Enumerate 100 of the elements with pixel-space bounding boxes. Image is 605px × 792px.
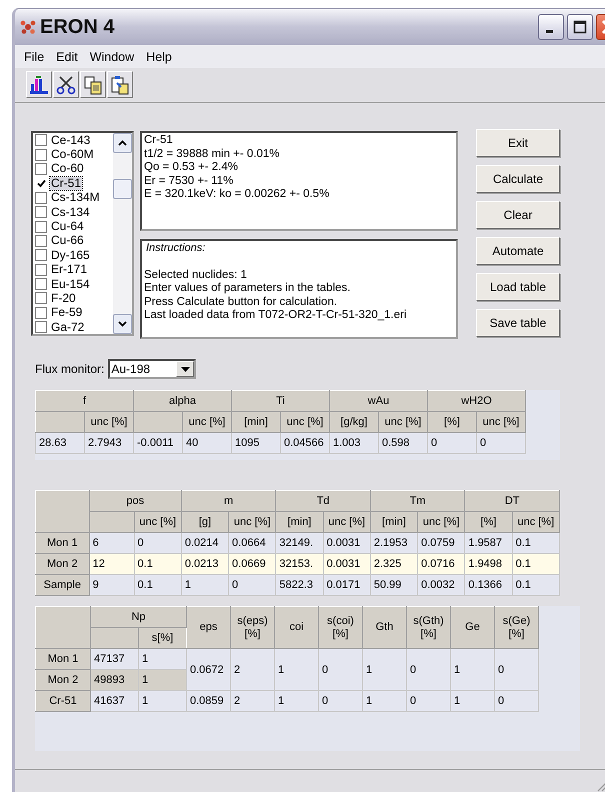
checkbox[interactable] [35,162,47,175]
table-cell[interactable]: 0 [428,432,476,454]
table-cell[interactable]: 0 [476,432,526,454]
menu-item[interactable]: Help [146,50,172,64]
table-cell[interactable]: 0 [228,574,276,596]
list-item[interactable]: Eu-154 [50,278,91,291]
checkbox[interactable] [35,192,47,204]
scrollbar[interactable] [113,133,132,334]
list-item[interactable]: Co-60M [50,148,95,162]
table-cell[interactable]: 41637 [90,690,138,712]
table-cell[interactable]: 0.0031 [323,554,370,574]
list-item[interactable]: Ga-72 [50,320,86,334]
list-item[interactable]: Fe-59 [50,306,84,320]
table-cell[interactable]: 9 [89,574,134,596]
checkbox[interactable] [35,148,47,161]
table-cell[interactable]: 0.0716 [418,554,465,574]
list-item[interactable]: Er-171 [50,263,88,276]
action-button[interactable]: Automate [476,237,560,265]
row-header[interactable]: Mon 1 [36,648,90,670]
table-cell[interactable]: 0 [494,648,538,690]
nuclide-info-box[interactable]: Cr-51 t1/2 = 39888 min +- 0.01% Qo = 0.53 +- 2.4% Er = 7530 +- 11% E = 320.1keV: ko = 0.00262 +- 0.5% [140,131,458,231]
table-cell[interactable]: 1 [362,690,406,712]
action-button[interactable]: Load table [476,273,560,301]
list-item[interactable]: Cs-134 [50,206,91,219]
table-cell[interactable]: 2.7943 [84,432,134,454]
minimize-button[interactable] [538,14,564,40]
table-cell[interactable]: 0.0759 [418,532,465,554]
action-button[interactable]: Calculate [476,165,560,193]
table-cell[interactable]: 2.325 [370,554,418,574]
list-item[interactable]: Cs-134M [50,191,101,204]
table-cell[interactable]: 1 [181,574,229,596]
table-cell[interactable]: 28.63 [36,432,84,454]
table-cell[interactable]: 0.0032 [418,574,465,596]
menu-item[interactable]: Window [90,50,134,64]
table-cell[interactable]: 5822.3 [276,574,324,596]
flux-monitor-dropdown[interactable]: Au-198 [108,359,196,379]
table-cell[interactable]: 47137 [90,648,138,670]
table-cell[interactable]: 1 [450,648,494,690]
table-cell[interactable]: 0 [494,690,538,712]
table-cell[interactable]: 0.04566 [280,432,330,454]
table-cell[interactable]: 12 [89,554,134,574]
table-cell[interactable]: 0.0213 [181,554,229,574]
checkbox[interactable] [35,321,47,334]
row-header[interactable]: Cr-51 [36,690,90,712]
table-cell[interactable]: 0.1 [512,554,560,574]
checkbox[interactable] [35,220,47,233]
table-cell[interactable]: 0 [406,690,450,712]
checkbox[interactable] [35,292,47,304]
table-cell[interactable]: 1 [138,670,186,690]
row-header[interactable]: Mon 2 [36,554,90,574]
row-header[interactable]: Mon 1 [36,532,90,554]
action-button[interactable]: Clear [476,201,560,229]
list-item[interactable]: Cu-64 [50,220,85,234]
table-cell[interactable]: 0.0171 [323,574,370,596]
row-header[interactable]: Sample [36,574,90,596]
table-cell[interactable]: 0 [318,648,362,690]
list-item[interactable]: F-20 [50,292,77,305]
table-cell[interactable]: 1 [274,648,318,690]
table-cell[interactable]: 0.1 [134,574,182,596]
instructions-box[interactable]: Instructions: Selected nuclides: 1 Enter values of parameters in the tables. Press Calculate button for calculation. Last loaded data from T072-OR2-T-Cr-51-320_1.eri [140,239,458,339]
menu-item[interactable]: File [24,50,44,64]
list-item[interactable]: Dy-165 [50,248,91,262]
table-cell[interactable]: 0.0859 [186,690,230,712]
table-cell[interactable]: 0.0672 [186,648,230,690]
table-cell[interactable]: 1.9498 [464,554,512,574]
table-cell[interactable]: 2 [230,648,274,690]
table-cell[interactable]: 0.0669 [228,554,276,574]
table-cell[interactable]: 50.99 [370,574,418,596]
checkbox[interactable] [35,264,47,276]
table-cell[interactable]: 1095 [232,432,280,454]
table-cell[interactable]: 1 [362,648,406,690]
table-cell[interactable]: 1 [138,648,186,670]
table-cell[interactable]: 0 [406,648,450,690]
table-cell[interactable]: 0.1 [134,554,182,574]
action-button[interactable]: Exit [476,129,560,157]
table-cell[interactable]: 49893 [90,670,138,690]
table-cell[interactable]: 0 [134,532,182,554]
menu-item[interactable]: Edit [56,50,78,64]
checkbox[interactable] [35,249,47,262]
list-item[interactable]: Co-60 [50,162,85,176]
table-cell[interactable]: 0 [318,690,362,712]
checkbox[interactable] [35,278,47,290]
table-cell[interactable]: 40 [182,432,232,454]
table-cell[interactable]: 1 [450,690,494,712]
maximize-button[interactable] [567,14,593,40]
table-cell[interactable]: 1.003 [330,432,378,454]
checkbox[interactable] [35,134,47,146]
table-cell[interactable]: -0.0011 [134,432,182,454]
table-cell[interactable]: 0.1 [512,532,560,554]
table-cell[interactable]: 32149. [276,532,324,554]
table-cell[interactable]: 0.0664 [228,532,276,554]
table-cell[interactable]: 32153. [276,554,324,574]
row-header[interactable]: Mon 2 [36,670,90,690]
toolbar-button[interactable] [107,71,133,98]
checkbox[interactable] [35,234,47,247]
table-cell[interactable]: 0.0031 [323,532,370,554]
table-cell[interactable]: 6 [89,532,134,554]
list-item[interactable]: Ce-143 [50,134,92,147]
table-cell[interactable]: 2.1953 [370,532,418,554]
checkbox[interactable] [35,206,47,218]
